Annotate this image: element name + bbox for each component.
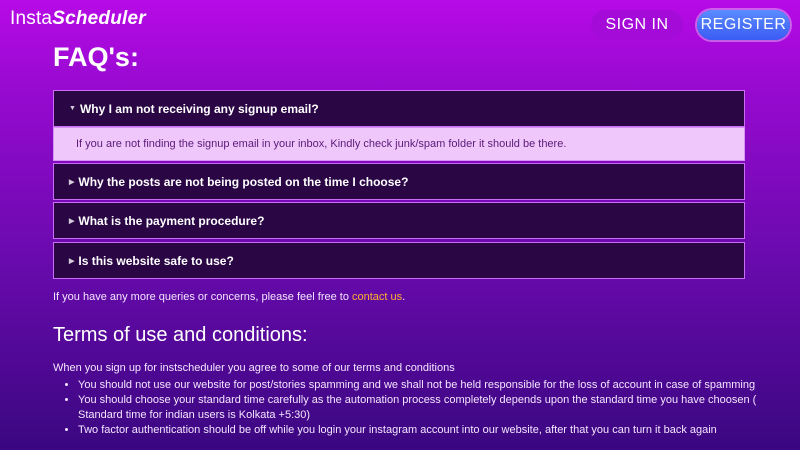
- contact-prefix: If you have any more queries or concerns…: [53, 291, 352, 303]
- caret-right-icon: ▶: [69, 178, 75, 186]
- faq-item-safety[interactable]: ▶ Is this website safe to use?: [53, 242, 745, 279]
- faq-question: What is the payment procedure?: [78, 213, 265, 228]
- faq-question: Why the posts are not being posted on th…: [78, 174, 409, 189]
- terms-item: You should not use our website for post/…: [78, 378, 778, 393]
- logo-text-bold: Scheduler: [52, 8, 146, 29]
- caret-right-icon: ▶: [69, 217, 75, 225]
- terms-item: You should choose your standard time car…: [78, 393, 778, 423]
- register-button[interactable]: REGISTER: [697, 10, 790, 40]
- terms-title: Terms of use and conditions:: [53, 324, 308, 346]
- terms-list: You should not use our website for post/…: [53, 378, 778, 438]
- faq-item-signup-email[interactable]: ▼ Why I am not receiving any signup emai…: [53, 90, 745, 127]
- site-logo[interactable]: InstaScheduler: [10, 8, 146, 30]
- logo-text-plain: Insta: [10, 8, 53, 29]
- terms-item: Two factor authentication should be off …: [78, 423, 778, 438]
- faq-answer-text: If you are not finding the signup email …: [76, 138, 567, 150]
- caret-down-icon: ▼: [69, 105, 76, 112]
- faq-item-posting-time[interactable]: ▶ Why the posts are not being posted on …: [53, 163, 745, 200]
- contact-line: If you have any more queries or concerns…: [53, 291, 405, 303]
- signin-button[interactable]: SIGN IN: [591, 10, 683, 40]
- faq-question: Why I am not receiving any signup email?: [79, 101, 319, 116]
- faq-item-payment[interactable]: ▶ What is the payment procedure?: [53, 202, 745, 239]
- caret-right-icon: ▶: [69, 257, 75, 265]
- faq-title: FAQ's:: [53, 42, 139, 72]
- terms-intro: When you sign up for instscheduler you a…: [53, 362, 455, 374]
- faq-question: Is this website safe to use?: [78, 253, 234, 268]
- contact-us-link[interactable]: contact us: [352, 291, 402, 303]
- contact-suffix: .: [402, 291, 406, 303]
- faq-answer: If you are not finding the signup email …: [53, 127, 745, 161]
